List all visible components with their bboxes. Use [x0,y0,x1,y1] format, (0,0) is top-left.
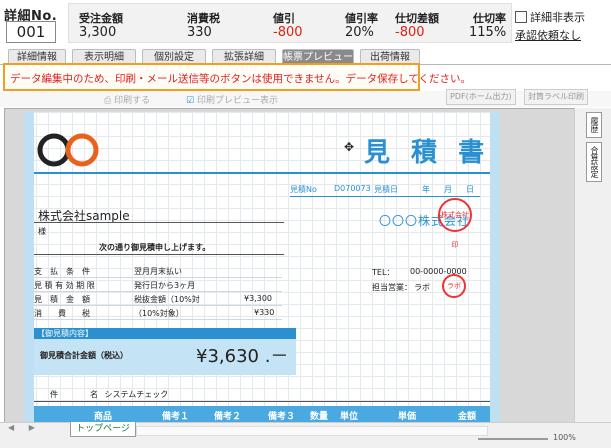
total-value: ¥3,630 .－ [196,346,289,367]
content-header: 【御見積内容】 [34,328,296,339]
approval-link[interactable]: 承認依頼なし [515,27,581,43]
tax-row: 消 費 税 （10%対象） ¥330 [32,308,282,320]
subject-label: 件 名 [50,390,98,399]
metric-label: 受注金額 [79,12,123,25]
company-logo [37,133,99,167]
col-header: 単価 [398,412,417,422]
row-amount: ¥330 [254,308,275,317]
date-month: 月 [444,185,452,194]
subject-row: 件 名 システムチェック [50,389,350,400]
row-value: （10%対象） [134,309,184,318]
metric-label: 消費税 [187,12,220,25]
edit-warning-banner: データ編集中のため、印刷・メール送信等のボタンは使用できません。データ保存してく… [3,63,471,91]
metric-label: 仕切率 [473,12,506,25]
zoom-level: 100% [553,433,576,442]
envelope-label-button[interactable]: 封筒ラベル印刷 [524,89,588,105]
date-year: 年 [422,185,430,194]
row-value: 翌月月末払い [134,267,182,276]
print-button[interactable]: ⎙ 印刷する [104,93,150,106]
col-header: 金額 [458,412,477,422]
metric-label: 仕切差額 [395,12,439,25]
subject-underline [34,401,490,402]
staff-seal: ラボ [442,274,466,298]
row-label: 支 払 条 件 [34,267,90,276]
history-button[interactable]: 履歴 [586,112,602,138]
side-panel: 履歴 合算設定 [574,108,611,422]
row-label: 消 費 税 [34,309,90,318]
print-label: 印刷する [114,96,151,106]
col-header: 商品 [94,412,113,422]
metric-value: 330 [187,25,212,40]
hide-detail-checkbox[interactable] [515,11,527,23]
tel-label: TEL： [372,268,395,277]
col-header: 備考３ [268,412,296,422]
estimate-no-value: D070073 [334,184,371,193]
estimate-amount-row: 見 積 金 額 税抜金額（10%対 ¥3,300 [32,294,282,306]
total-label: 御見積合計金額（税込） [40,351,128,360]
document-title: 見 積 書 [364,138,491,168]
metric-value-difference: -800 [395,25,425,40]
customer-underline [34,222,284,223]
metrics-panel: 受注金額 3,300 消費税 330 値引 -800 値引率 20% 仕切差額 … [68,3,512,43]
metric-value: 20% [345,25,374,40]
header-bar: 詳細No. 001 受注金額 3,300 消費税 330 値引 -800 値引率… [0,0,611,44]
subject-value: システムチェック [104,390,169,399]
col-header: 単位 [340,412,359,422]
checkbox-icon: ☑ [186,96,197,106]
sum-settings-button[interactable]: 合算設定 [586,142,602,182]
metric-label: 値引 [273,12,295,25]
col-header: 数量 [310,412,329,422]
sheet-margin-right [490,112,500,423]
print-preview-label: 印刷プレビュー表示 [196,96,278,106]
sheet-tab-top-page[interactable]: トップページ [70,422,136,437]
form-preview-area[interactable]: 見 積 書 見積No D070073 見積日 年 月 日 株式会社sample … [4,108,576,424]
preview-toolbar: ⎙ 印刷する ☑ 印刷プレビュー表示 [0,91,611,107]
hide-detail-label: 詳細非表示 [530,11,585,24]
row-label: 見 積 金 額 [34,295,90,304]
date-underline [290,196,480,197]
company-seal: 株式会社印 [438,198,472,249]
estimate-no-label: 見積No [290,185,317,194]
col-header: 備考２ [214,412,242,422]
metric-value-discount: -800 [273,25,303,40]
estimate-sheet: 見 積 書 見積No D070073 見積日 年 月 日 株式会社sample … [24,112,500,423]
offer-text: 次の通り御見積申し上げます。 [99,243,211,252]
metric-value: 115% [469,25,507,40]
customer-honorific: 様 [38,227,46,236]
detail-no-value[interactable]: 001 [6,21,56,43]
metric-label: 値引率 [345,12,378,25]
tab-bar: 詳細情報 表示明細 個別設定 拡張詳細 帳票プレビュー 出荷情報 [0,44,611,65]
sheet-nav-arrows-icon[interactable]: ◀ ▶ [8,423,41,432]
col-header: 備考１ [162,412,190,422]
row-value: 発行日から3ヶ月 [134,281,196,290]
staff-label: 担当営業： [372,283,412,292]
title-divider [34,172,490,174]
row-label: 見 積 有 効 期 限 [34,281,95,290]
zoom-slider[interactable] [478,438,548,440]
payment-terms-row: 支 払 条 件 翌月月末払い [32,266,282,278]
row-value: 税抜金額（10%対 [134,295,200,304]
offer-underline [34,254,284,255]
horizontal-scrollbar[interactable] [136,426,488,436]
print-preview-toggle[interactable]: ☑ 印刷プレビュー表示 [186,93,278,106]
date-day: 日 [466,185,474,194]
estimate-date-label: 見積日 [374,185,398,194]
validity-row: 見 積 有 効 期 限 発行日から3ヶ月 [32,280,282,292]
move-cursor-icon: ✥ [344,140,355,154]
row-amount: ¥3,300 [244,294,272,303]
printer-icon: ⎙ [104,96,115,106]
metric-value: 3,300 [79,25,117,40]
staff-value: ラボ [414,283,430,292]
pdf-output-button[interactable]: PDF(ホーム出力) [446,89,516,105]
